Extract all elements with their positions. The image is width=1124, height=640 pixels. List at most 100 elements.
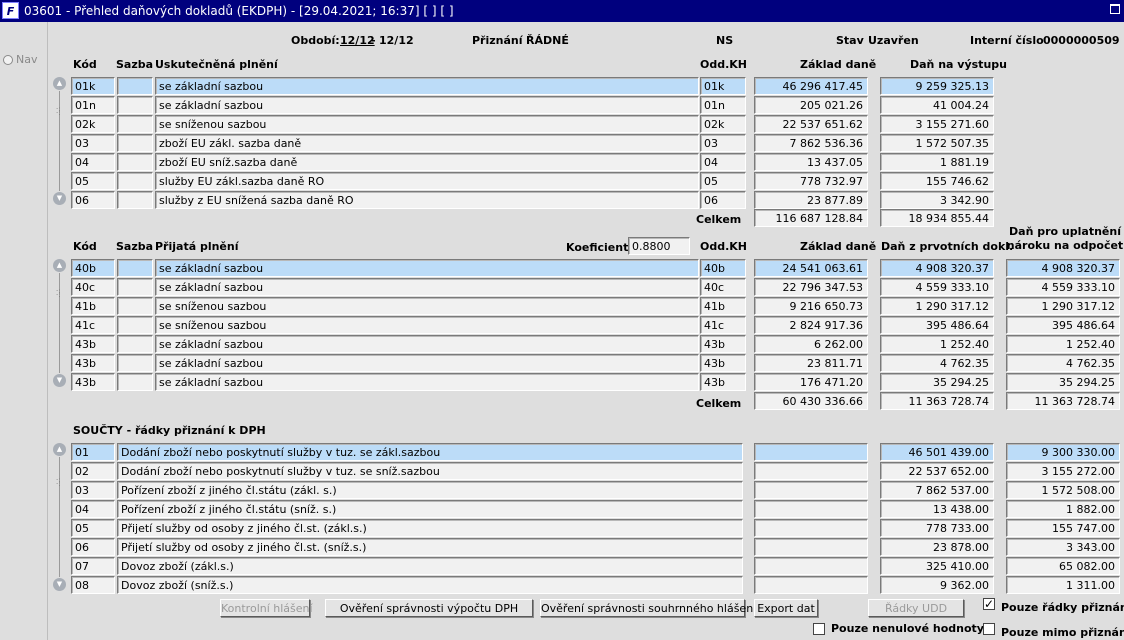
s2-cell-dan[interactable]: 4 559 333.10 <box>880 278 994 296</box>
s3-cell-blank[interactable] <box>754 500 868 518</box>
s2-cell-kod[interactable]: 41c <box>71 316 115 334</box>
s1-cell-zaklad[interactable]: 205 021.26 <box>754 96 868 114</box>
s3-cell-zaklad[interactable]: 22 537 652.00 <box>880 462 994 480</box>
s2-cell-odd[interactable]: 43b <box>700 373 746 391</box>
s1-cell-desc[interactable]: se základní sazbou <box>155 96 699 114</box>
scroll-grip-icon[interactable]: ·: ·: <box>56 288 63 300</box>
s2-cell-narok[interactable]: 4 908 320.37 <box>1006 259 1120 277</box>
s2-cell-dan[interactable]: 395 486.64 <box>880 316 994 334</box>
s3-cell-dan[interactable]: 3 343.00 <box>1006 538 1120 556</box>
s1-scrollbar[interactable]: ▲ ·: ·: ▼ <box>53 77 66 205</box>
s2-cell-dan[interactable]: 35 294.25 <box>880 373 994 391</box>
s1-cell-odd[interactable]: 04 <box>700 153 746 171</box>
pouze-radky-checkbox[interactable]: ✓ <box>983 598 995 610</box>
s3-cell-desc[interactable]: Dovoz zboží (sníž.s.) <box>117 576 743 594</box>
radky-udd-button[interactable]: Řádky UDD <box>868 599 964 617</box>
s3-cell-dan[interactable]: 1 311.00 <box>1006 576 1120 594</box>
window-restore-icon[interactable] <box>1110 4 1120 14</box>
s2-cell-odd[interactable]: 40b <box>700 259 746 277</box>
s2-cell-zaklad[interactable]: 22 796 347.53 <box>754 278 868 296</box>
s1-cell-odd[interactable]: 01k <box>700 77 746 95</box>
s1-cell-sazba[interactable] <box>117 115 153 133</box>
s3-cell-dan[interactable]: 3 155 272.00 <box>1006 462 1120 480</box>
s3-cell-dan[interactable]: 1 882.00 <box>1006 500 1120 518</box>
s1-cell-dan[interactable]: 41 004.24 <box>880 96 994 114</box>
s2-cell-sazba[interactable] <box>117 259 153 277</box>
s3-cell-zaklad[interactable]: 325 410.00 <box>880 557 994 575</box>
s3-cell-dan[interactable]: 155 747.00 <box>1006 519 1120 537</box>
s3-cell-blank[interactable] <box>754 462 868 480</box>
s3-cell-zaklad[interactable]: 778 733.00 <box>880 519 994 537</box>
s2-cell-sazba[interactable] <box>117 316 153 334</box>
s3-cell-zaklad[interactable]: 9 362.00 <box>880 576 994 594</box>
s1-cell-odd[interactable]: 05 <box>700 172 746 190</box>
s3-scrollbar[interactable]: ▲ ·: ·: ▼ <box>53 443 66 591</box>
s2-cell-sazba[interactable] <box>117 297 153 315</box>
s2-cell-kod[interactable]: 41b <box>71 297 115 315</box>
scroll-up-icon[interactable]: ▲ <box>53 443 66 456</box>
s3-cell-zaklad[interactable]: 46 501 439.00 <box>880 443 994 461</box>
s1-cell-odd[interactable]: 06 <box>700 191 746 209</box>
s3-cell-kod[interactable]: 03 <box>71 481 115 499</box>
s1-cell-sazba[interactable] <box>117 153 153 171</box>
kontrolni-hlaseni-button[interactable]: Kontrolní hlášení <box>220 599 313 617</box>
scroll-up-icon[interactable]: ▲ <box>53 77 66 90</box>
pouze-mimo-checkbox[interactable] <box>983 623 995 635</box>
s1-cell-dan[interactable]: 3 155 271.60 <box>880 115 994 133</box>
scroll-down-icon[interactable]: ▼ <box>53 578 66 591</box>
s2-cell-zaklad[interactable]: 176 471.20 <box>754 373 868 391</box>
s3-cell-kod[interactable]: 05 <box>71 519 115 537</box>
s2-cell-odd[interactable]: 43b <box>700 354 746 372</box>
s1-cell-sazba[interactable] <box>117 96 153 114</box>
scroll-up-icon[interactable]: ▲ <box>53 259 66 272</box>
s1-cell-dan[interactable]: 3 342.90 <box>880 191 994 209</box>
s2-cell-zaklad[interactable]: 24 541 063.61 <box>754 259 868 277</box>
s1-cell-desc[interactable]: služby z EU snížená sazba daně RO <box>155 191 699 209</box>
s2-cell-narok[interactable]: 1 252.40 <box>1006 335 1120 353</box>
s3-cell-blank[interactable] <box>754 576 868 594</box>
s3-cell-blank[interactable] <box>754 443 868 461</box>
s1-cell-zaklad[interactable]: 778 732.97 <box>754 172 868 190</box>
s2-cell-kod[interactable]: 43b <box>71 354 115 372</box>
export-dat-button[interactable]: Export dat <box>754 599 818 617</box>
s1-cell-kod[interactable]: 06 <box>71 191 115 209</box>
scroll-track[interactable] <box>59 457 60 577</box>
s3-cell-kod[interactable]: 07 <box>71 557 115 575</box>
s3-cell-blank[interactable] <box>754 538 868 556</box>
s2-cell-narok[interactable]: 4 762.35 <box>1006 354 1120 372</box>
s3-cell-desc[interactable]: Dodání zboží nebo poskytnutí služby v tu… <box>117 443 743 461</box>
s1-cell-desc[interactable]: zboží EU sníž.sazba daně <box>155 153 699 171</box>
s2-cell-odd[interactable]: 41c <box>700 316 746 334</box>
s3-cell-blank[interactable] <box>754 519 868 537</box>
s3-cell-zaklad[interactable]: 23 878.00 <box>880 538 994 556</box>
s3-cell-kod[interactable]: 02 <box>71 462 115 480</box>
s2-cell-sazba[interactable] <box>117 335 153 353</box>
s2-cell-dan[interactable]: 1 290 317.12 <box>880 297 994 315</box>
s3-cell-desc[interactable]: Pořízení zboží z jiného čl.státu (zákl. … <box>117 481 743 499</box>
s3-cell-kod[interactable]: 04 <box>71 500 115 518</box>
s2-cell-zaklad[interactable]: 6 262.00 <box>754 335 868 353</box>
s1-cell-kod[interactable]: 03 <box>71 134 115 152</box>
s2-cell-narok[interactable]: 35 294.25 <box>1006 373 1120 391</box>
s2-cell-sazba[interactable] <box>117 354 153 372</box>
s2-cell-desc[interactable]: se základní sazbou <box>155 335 699 353</box>
s1-cell-sazba[interactable] <box>117 191 153 209</box>
s1-cell-dan[interactable]: 1 572 507.35 <box>880 134 994 152</box>
s1-cell-sazba[interactable] <box>117 134 153 152</box>
s1-cell-desc[interactable]: se sníženou sazbou <box>155 115 699 133</box>
s3-cell-dan[interactable]: 65 082.00 <box>1006 557 1120 575</box>
s1-cell-zaklad[interactable]: 13 437.05 <box>754 153 868 171</box>
s2-cell-zaklad[interactable]: 23 811.71 <box>754 354 868 372</box>
s3-cell-dan[interactable]: 9 300 330.00 <box>1006 443 1120 461</box>
s1-cell-kod[interactable]: 01k <box>71 77 115 95</box>
s2-cell-dan[interactable]: 4 908 320.37 <box>880 259 994 277</box>
s2-cell-odd[interactable]: 40c <box>700 278 746 296</box>
s3-cell-blank[interactable] <box>754 481 868 499</box>
scroll-down-icon[interactable]: ▼ <box>53 192 66 205</box>
s3-cell-kod[interactable]: 08 <box>71 576 115 594</box>
s2-cell-odd[interactable]: 41b <box>700 297 746 315</box>
s2-cell-narok[interactable]: 1 290 317.12 <box>1006 297 1120 315</box>
s3-cell-desc[interactable]: Dovoz zboží (zákl.s.) <box>117 557 743 575</box>
s1-cell-kod[interactable]: 04 <box>71 153 115 171</box>
s2-cell-dan[interactable]: 1 252.40 <box>880 335 994 353</box>
